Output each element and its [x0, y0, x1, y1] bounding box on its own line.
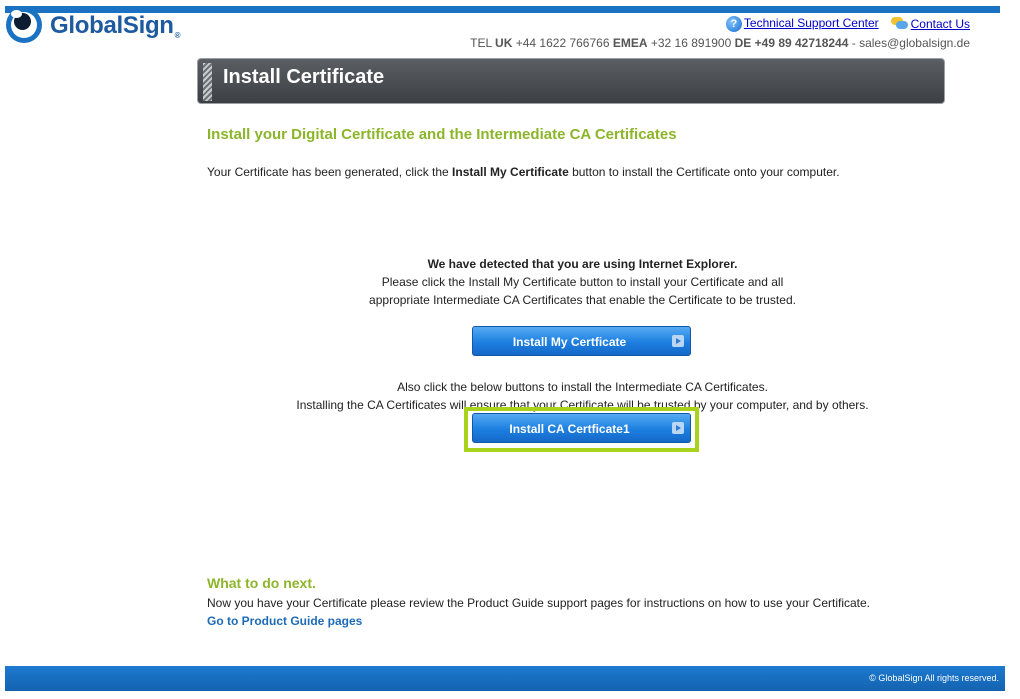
- install-my-certificate-button[interactable]: Install My Certficate: [472, 326, 691, 356]
- next-steps-title: What to do next.: [207, 575, 316, 591]
- next-steps-text: Now you have your Certificate please rev…: [207, 596, 871, 610]
- contact-us-link[interactable]: Contact Us: [911, 17, 970, 31]
- header-stripe-decoration: [203, 63, 212, 101]
- copyright-text: © GlobalSign All rights reserved.: [869, 673, 999, 683]
- arrow-right-icon: [672, 335, 684, 347]
- sales-email: sales@globalsign.de: [859, 36, 970, 50]
- contact-phone-line: TEL UK +44 1622 766766 EMEA +32 16 89190…: [470, 36, 970, 50]
- logo-text: GlobalSign®: [50, 12, 181, 40]
- footer-bar: © GlobalSign All rights reserved.: [5, 666, 1005, 691]
- globalsign-logo[interactable]: GlobalSign®: [6, 6, 206, 46]
- product-guide-link[interactable]: Go to Product Guide pages: [207, 614, 362, 628]
- technical-support-link[interactable]: Technical Support Center: [744, 16, 879, 30]
- chat-bubbles-icon: [890, 17, 909, 31]
- logo-eye-icon: [6, 7, 42, 43]
- intro-text: Your Certificate has been generated, cli…: [207, 165, 840, 179]
- arrow-right-icon: [672, 422, 684, 434]
- page-title: Install Certificate: [223, 66, 385, 88]
- page-header-panel: Install Certificate: [197, 58, 945, 104]
- help-icon: ?: [725, 16, 742, 32]
- ie-detection-message: We have detected that you are using Inte…: [369, 257, 796, 307]
- section-title: Install your Digital Certificate and the…: [207, 126, 677, 143]
- support-links: ? Technical Support Center Contact Us: [725, 16, 970, 32]
- install-ca-certificate-button[interactable]: Install CA Certficate1: [472, 413, 691, 443]
- page: GlobalSign® ? Technical Support Center Co…: [0, 0, 1020, 699]
